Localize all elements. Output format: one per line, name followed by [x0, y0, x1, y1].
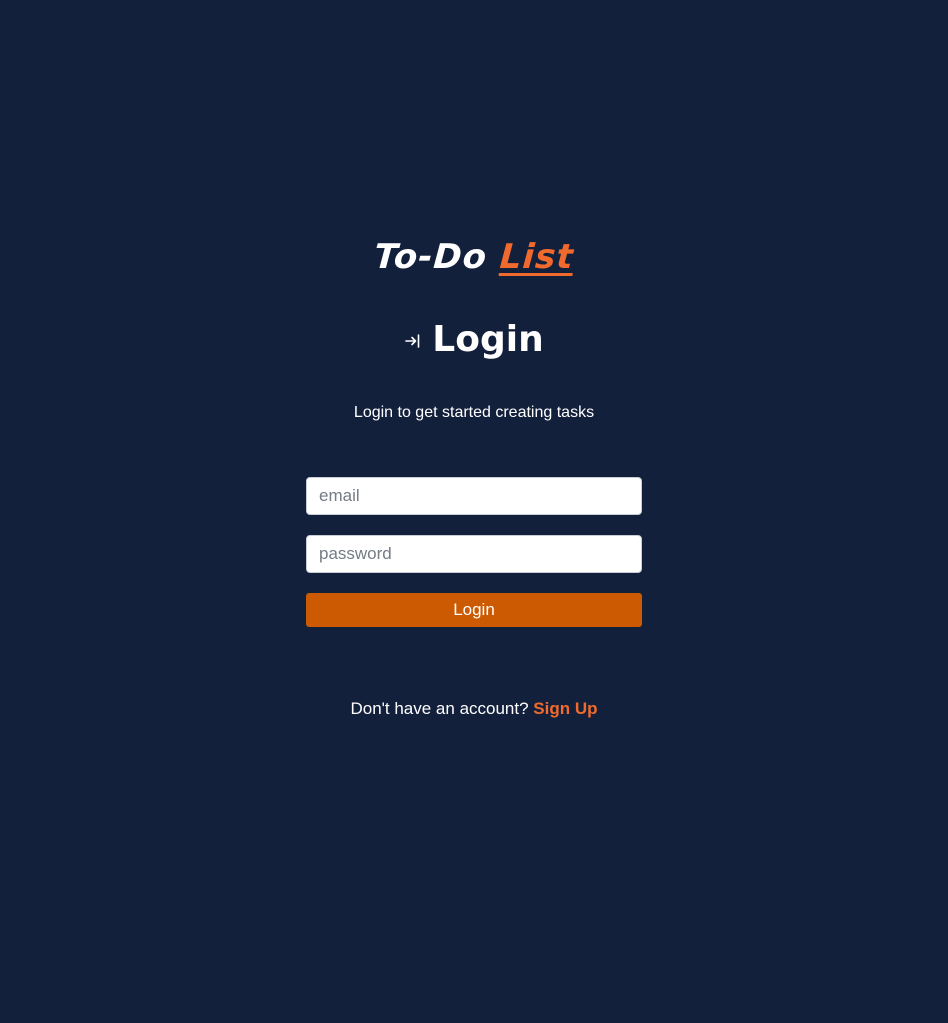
signup-prompt-text: Don't have an account?: [350, 699, 529, 718]
page-heading: Login: [0, 316, 948, 364]
login-button[interactable]: Login: [306, 593, 642, 627]
page-title: Login: [432, 319, 544, 360]
logo-accent-word: List: [498, 237, 576, 277]
app-logo: To-Do List: [0, 232, 948, 282]
email-field[interactable]: [306, 477, 642, 515]
logo-first-word: To-Do: [372, 237, 489, 277]
signup-link[interactable]: Sign Up: [533, 699, 597, 718]
page-subtitle: Login to get started creating tasks: [353, 404, 595, 421]
login-arrow-icon: [404, 332, 422, 350]
password-field[interactable]: [306, 535, 642, 573]
signup-prompt: Don't have an account? Sign Up: [0, 697, 948, 721]
